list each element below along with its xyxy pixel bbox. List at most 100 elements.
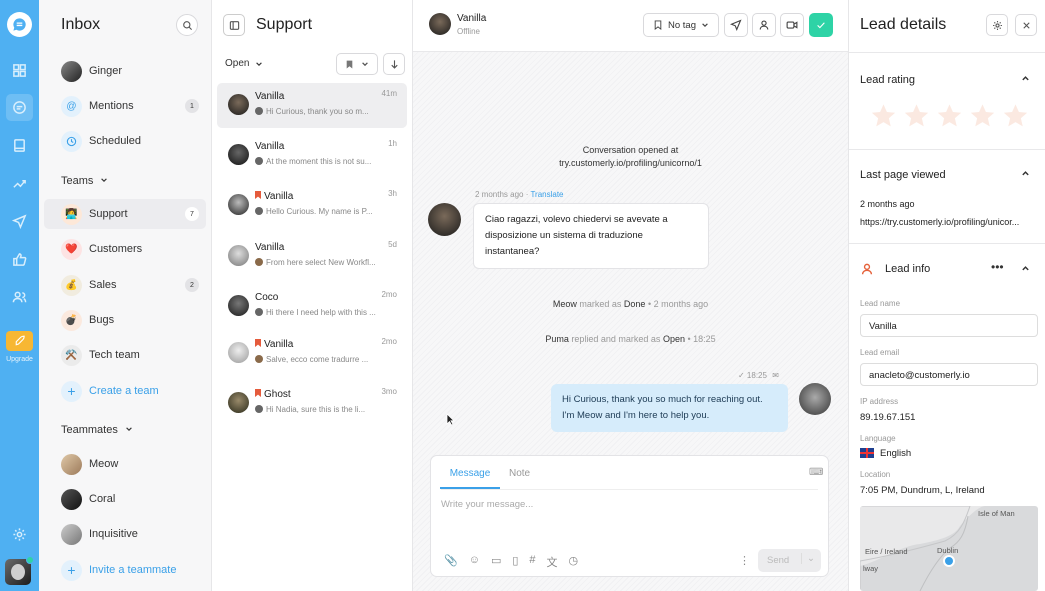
lead-settings-button[interactable] [986,14,1008,36]
last-page-url[interactable]: https://try.customerly.io/profiling/unic… [860,217,1038,227]
support-count-badge: 7 [185,207,199,221]
chevron-up-icon[interactable] [1021,74,1029,82]
search-icon [182,20,192,30]
conversation-item[interactable]: Vanilla 41m Hi Curious, thank you so m..… [217,83,407,128]
inbox-item-mentions[interactable]: @ Mentions 1 [44,91,206,121]
send-transcript-button[interactable] [724,13,748,37]
create-team-link[interactable]: + Create a team [44,376,206,406]
incoming-message-bubble: Ciao ragazzi, volevo chiedervi se avevat… [473,203,709,269]
emoji-icon[interactable]: ☺ [469,554,480,570]
chevron-up-icon[interactable] [1021,169,1029,177]
agent-avatar [799,383,831,415]
assign-button[interactable] [752,13,776,37]
chevron-up-icon[interactable] [1021,264,1029,272]
plus-icon: + [61,559,82,581]
lead-rating-stars[interactable] [869,102,1030,130]
star-icon[interactable] [968,102,997,130]
translate-icon[interactable]: 文 [547,554,558,570]
star-icon[interactable] [935,102,964,130]
teammate-inquisitive[interactable]: Inquisitive [44,519,206,549]
inbox-item-ginger[interactable]: Ginger [44,56,206,86]
message-time: ✓ 18:25 [738,371,767,380]
attachment-icon[interactable]: 📎 [444,554,458,570]
divider [849,149,1045,150]
lead-name-field[interactable]: Vanilla [860,314,1038,337]
teammate-coral[interactable]: Coral [44,484,206,514]
conversation-name: Coco [255,292,279,303]
message-meta: ✓ 18:25 ✉ [738,371,779,380]
settings-gear-icon[interactable] [6,521,33,548]
teams-header[interactable]: Teams [61,175,108,187]
upgrade-label[interactable]: Upgrade [0,356,39,363]
conversation-item[interactable]: Coco 2mo Hi there I need help with this … [217,284,407,329]
contact-avatar[interactable] [429,13,451,35]
translate-link[interactable]: Translate [530,190,563,199]
teammate-meow[interactable]: Meow [44,449,206,479]
avatar [61,488,82,510]
conversation-name: Vanilla [264,339,294,350]
team-sales[interactable]: 💰 Sales 2 [44,270,206,300]
status-text: replied and marked as [571,334,661,344]
tab-note[interactable]: Note [509,468,530,479]
conversation-item[interactable]: Vanilla 1h At the moment this is not su.… [217,133,407,178]
sort-button[interactable] [383,53,405,75]
inbox-chat-icon[interactable] [6,94,33,121]
invite-teammate-link[interactable]: + Invite a teammate [44,555,206,585]
lead-details-title: Lead details [860,16,947,33]
star-icon[interactable] [902,102,931,130]
conversation-item[interactable]: Ghost 3mo Hi Nadia, sure this is the li.… [217,381,407,426]
contact-name[interactable]: Vanilla [457,13,486,24]
reports-chart-icon[interactable] [6,170,33,197]
opened-url[interactable]: try.customerly.io/profiling/unicorno/1 [413,157,848,170]
keyboard-icon[interactable]: ⌨ [809,467,823,478]
schedule-clock-icon[interactable]: ◷ [569,554,579,570]
ip-address-label: IP address [860,397,899,406]
customerly-logo-icon[interactable] [7,12,32,37]
more-options-icon[interactable]: ••• [991,260,1004,274]
video-call-button[interactable] [780,13,804,37]
tab-message[interactable]: Message [440,456,500,489]
star-icon[interactable] [1001,102,1030,130]
team-customers[interactable]: ❤️ Customers [44,234,206,264]
close-lead-panel-button[interactable] [1015,14,1037,36]
ip-address-value: 89.19.67.151 [860,412,916,423]
conversation-time: 5d [388,240,397,249]
conversation-name: Vanilla [264,191,294,202]
status-filter-dropdown[interactable]: Open [225,58,263,69]
tag-dropdown[interactable]: No tag [643,13,719,37]
lead-email-field[interactable]: anacleto@customerly.io [860,363,1038,386]
team-tech[interactable]: ⚒️ Tech team [44,340,206,370]
star-icon[interactable] [869,102,898,130]
feedback-thumb-icon[interactable] [6,246,33,273]
knowledge-book-icon[interactable] [6,132,33,159]
hashtag-icon[interactable]: # [529,554,535,570]
mark-done-button[interactable] [809,13,833,37]
campaigns-send-icon[interactable] [6,208,33,235]
agent-mini-avatar [255,308,263,316]
map-label: lway [863,564,879,573]
status-time: • 2 months ago [647,299,709,309]
conversation-item[interactable]: Vanilla 5d From here select New Workfl..… [217,234,407,279]
tag-filter-button[interactable] [336,53,378,75]
gif-icon[interactable]: ▭ [491,554,501,570]
upgrade-rocket-icon[interactable] [6,331,33,351]
chevron-down-icon[interactable]: ⌄ [801,553,815,564]
more-options-icon[interactable]: ⋮ [739,554,750,567]
conversation-item[interactable]: Vanilla 3h Hello Curious. My name is P..… [217,183,407,228]
conversation-preview: Hello Curious. My name is P... [266,207,373,216]
team-bugs[interactable]: 💣 Bugs [44,305,206,335]
team-support[interactable]: 👩‍💻 Support 7 [44,199,206,229]
teammates-header[interactable]: Teammates [61,424,133,436]
article-book-icon[interactable]: ▯ [512,554,518,570]
dashboard-icon[interactable] [6,57,33,84]
location-map[interactable]: Isle of Man Eire / Ireland Dublin lway [860,506,1038,591]
toggle-sidebar-button[interactable] [223,14,245,36]
message-input[interactable]: Write your message... [441,499,741,515]
lead-details-panel: Lead details Lead rating Last page viewe… [848,0,1045,591]
contacts-people-icon[interactable] [6,284,33,311]
inbox-search-button[interactable] [176,14,198,36]
team-label: Tech team [89,349,140,361]
send-button[interactable]: Send ⌄ [758,549,821,572]
conversation-item[interactable]: Vanilla 2mo Salve, ecco come tradurre ..… [217,331,407,376]
inbox-item-scheduled[interactable]: Scheduled [44,126,206,156]
